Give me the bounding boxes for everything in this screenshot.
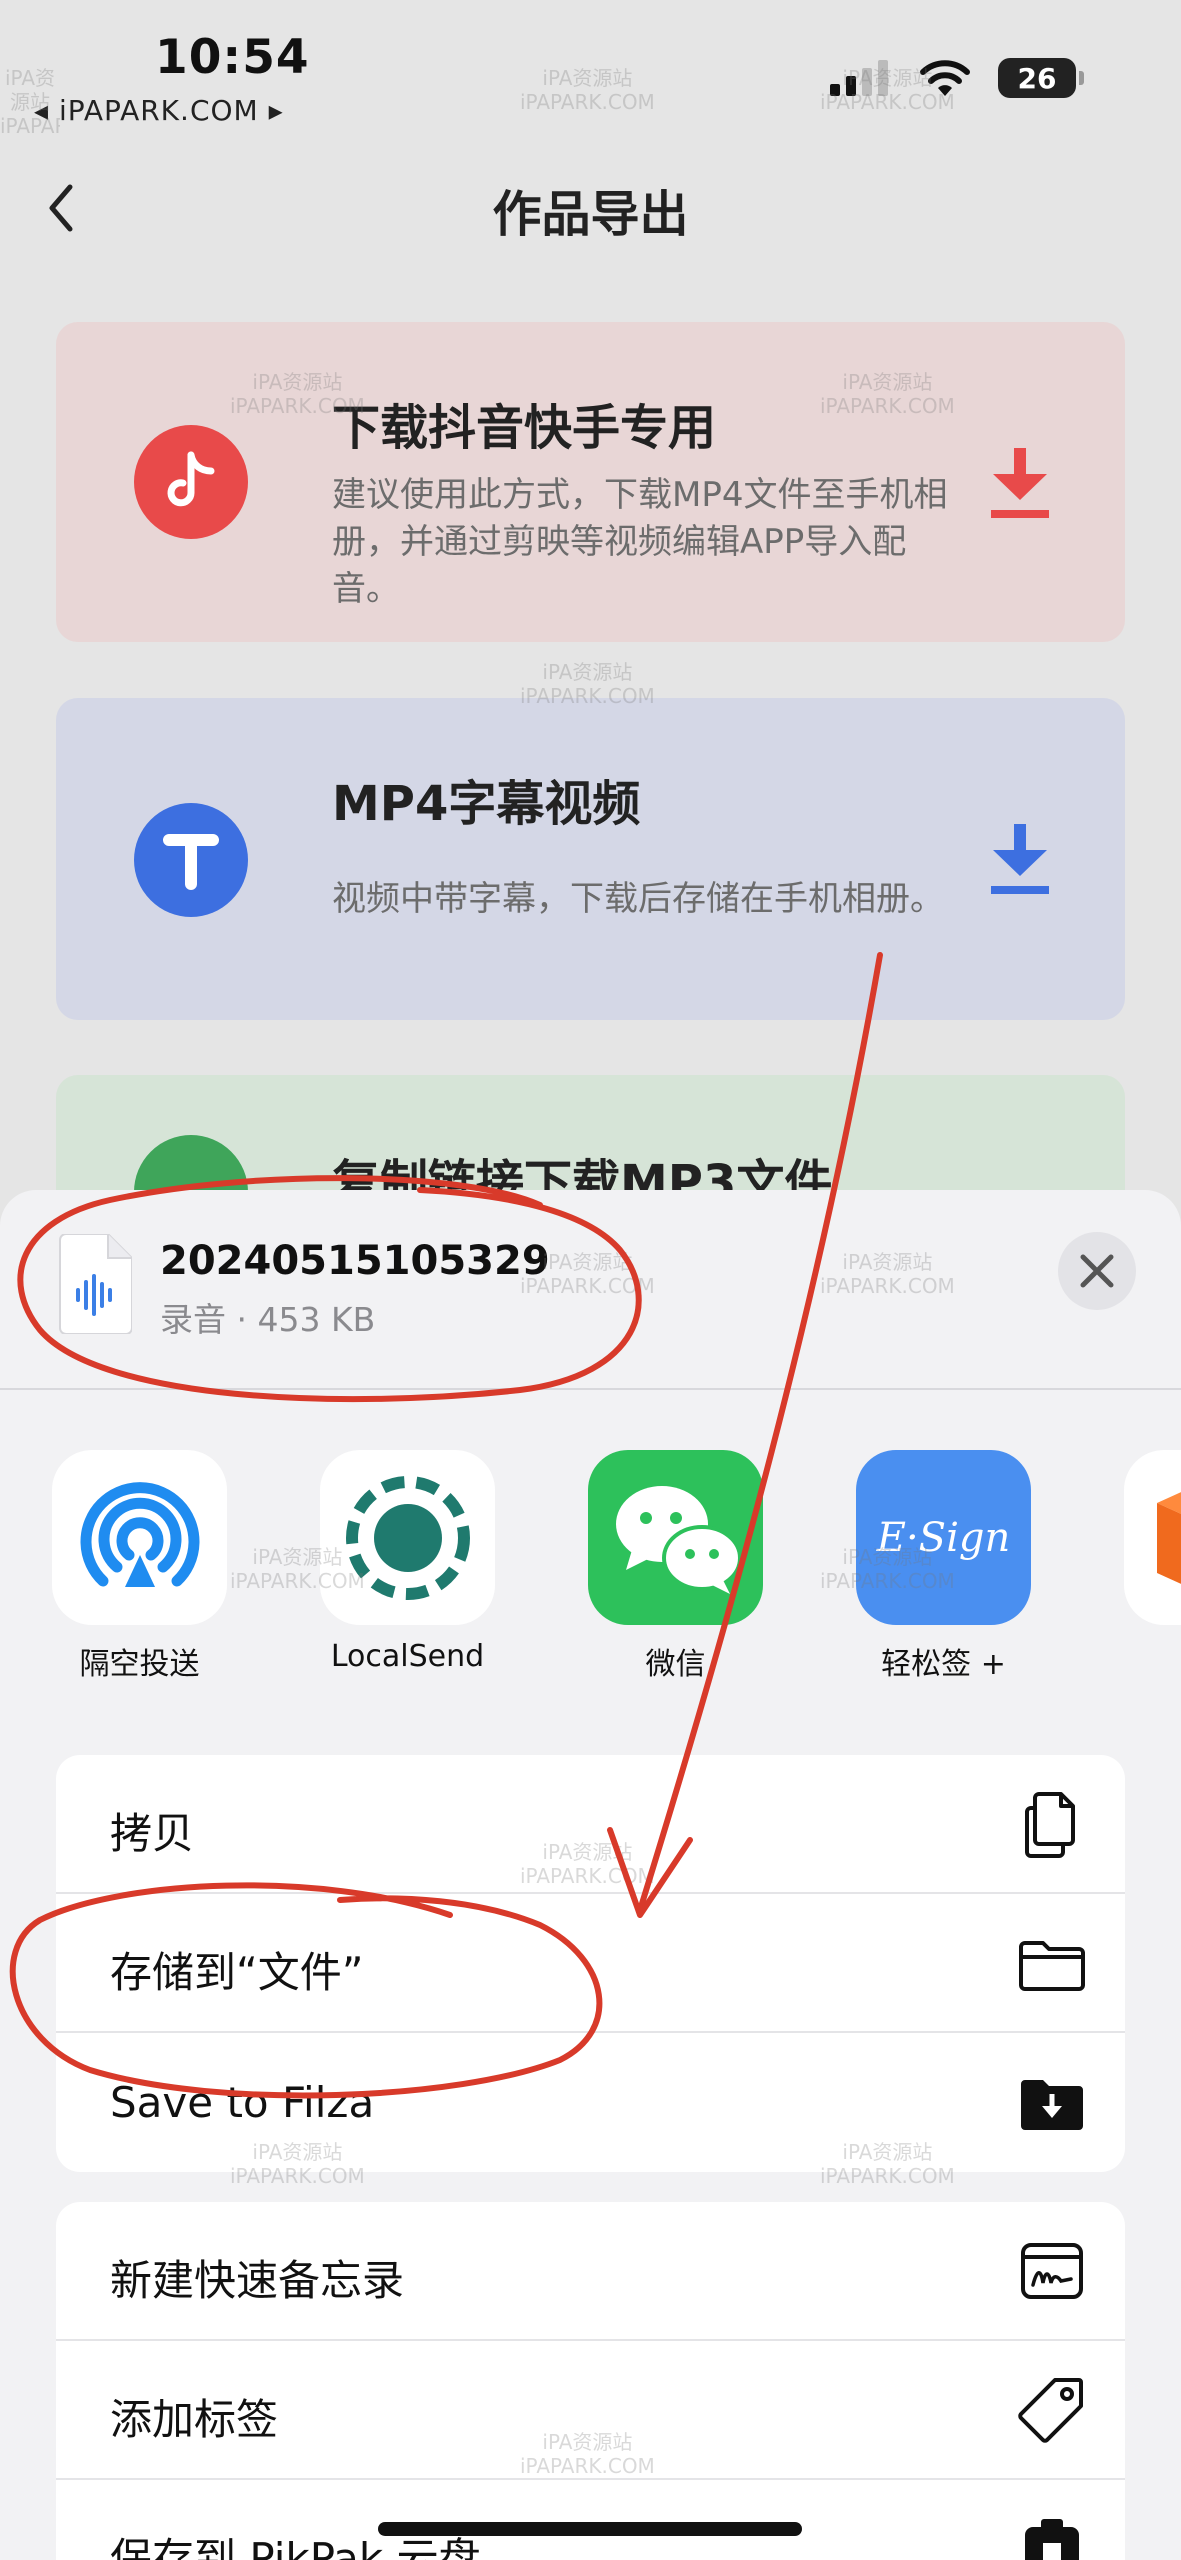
export-option-subtitle-video[interactable]: MP4字幕视频 视频中带字幕，下载后存储在手机相册。 xyxy=(56,698,1125,1020)
quick-note-icon xyxy=(1021,2243,1083,2299)
audio-file-icon xyxy=(59,1234,132,1334)
action-add-tag[interactable]: 添加标签 xyxy=(56,2341,1125,2480)
action-save-to-pikpak[interactable]: 保存到 PikPak 云盘 xyxy=(56,2480,1125,2560)
share-app-wechat[interactable]: 微信 xyxy=(588,1450,763,1683)
action-save-to-filza[interactable]: Save to Filza xyxy=(56,2033,1125,2172)
close-icon xyxy=(1080,1254,1114,1288)
download-icon[interactable] xyxy=(985,820,1055,900)
action-save-to-files[interactable]: 存储到“文件” xyxy=(56,1894,1125,2033)
action-label: Save to Filza xyxy=(110,2078,375,2127)
battery-icon: 26 xyxy=(998,58,1084,98)
export-option-description: 视频中带字幕，下载后存储在手机相册。 xyxy=(332,879,944,919)
tiktok-icon xyxy=(134,425,248,539)
filza-download-icon xyxy=(1021,2080,1083,2130)
action-label: 添加标签 xyxy=(110,2395,279,2444)
letter-t-icon xyxy=(134,803,248,917)
share-app-airdrop[interactable]: 隔空投送 xyxy=(52,1450,227,1683)
battery-level: 26 xyxy=(1017,61,1057,95)
share-sheet: 20240515105329 录音 · 453 KB 隔空投送 LocalSen… xyxy=(0,1190,1181,2560)
watermark: iPA资源站iPAPARK.COM xyxy=(520,66,655,114)
action-label: 新建快速备忘录 xyxy=(110,2256,405,2305)
divider xyxy=(0,1388,1181,1390)
status-icons: 26 xyxy=(828,58,1084,98)
home-indicator xyxy=(378,2522,802,2536)
action-label: 存储到“文件” xyxy=(110,1948,364,1997)
copy-icon xyxy=(1025,1792,1075,1858)
file-meta: 录音 · 453 KB xyxy=(160,1300,376,1339)
share-app-label: 微信 xyxy=(645,1647,706,1682)
actions-group-1: 拷贝 存储到“文件” Save to Filza xyxy=(56,1755,1125,2172)
share-app-more[interactable] xyxy=(1124,1450,1181,1625)
pikpak-icon xyxy=(1025,2519,1079,2560)
localsend-icon xyxy=(320,1450,495,1625)
share-apps-row: 隔空投送 LocalSend 微信 E·Sign 轻松签 + xyxy=(0,1450,1181,1690)
download-icon[interactable] xyxy=(985,444,1055,524)
share-app-label: LocalSend xyxy=(330,1639,485,1674)
airdrop-icon xyxy=(52,1450,227,1625)
action-quick-note[interactable]: 新建快速备忘录 xyxy=(56,2202,1125,2341)
export-option-description: 建议使用此方式，下载MP4文件至手机相册，并通过剪映等视频编辑APP导入配音。 xyxy=(332,475,948,609)
export-option-title: MP4字幕视频 xyxy=(332,776,641,832)
share-app-esign[interactable]: E·Sign 轻松签 + xyxy=(856,1450,1031,1683)
export-option-tiktok[interactable]: 下载抖音快手专用 建议使用此方式，下载MP4文件至手机相册，并通过剪映等视频编辑… xyxy=(56,322,1125,642)
status-subtitle: ◂ iPAPARK.COM ▸ xyxy=(34,94,284,127)
wifi-icon xyxy=(920,60,970,96)
cellular-signal-icon xyxy=(830,60,888,96)
export-option-title: 下载抖音快手专用 xyxy=(332,400,717,456)
share-app-label: 隔空投送 xyxy=(79,1647,200,1682)
share-app-localsend[interactable]: LocalSend xyxy=(320,1450,495,1674)
page-title: 作品导出 xyxy=(492,186,689,243)
action-label: 拷贝 xyxy=(110,1809,195,1858)
actions-group-2: 新建快速备忘录 添加标签 保存到 PikPak 云盘 xyxy=(56,2202,1125,2560)
status-time: 10:54 xyxy=(155,30,310,85)
box-icon xyxy=(1124,1450,1181,1625)
share-app-label: 轻松签 + xyxy=(881,1647,1006,1682)
esign-icon: E·Sign xyxy=(856,1450,1031,1625)
folder-icon xyxy=(1019,1941,1085,1991)
file-name: 20240515105329 xyxy=(160,1238,550,1284)
tag-icon xyxy=(1018,2378,1083,2443)
close-button[interactable] xyxy=(1058,1232,1136,1310)
wechat-icon xyxy=(588,1450,763,1625)
action-copy[interactable]: 拷贝 xyxy=(56,1755,1125,1894)
esign-tile-text: E·Sign xyxy=(876,1514,1011,1561)
